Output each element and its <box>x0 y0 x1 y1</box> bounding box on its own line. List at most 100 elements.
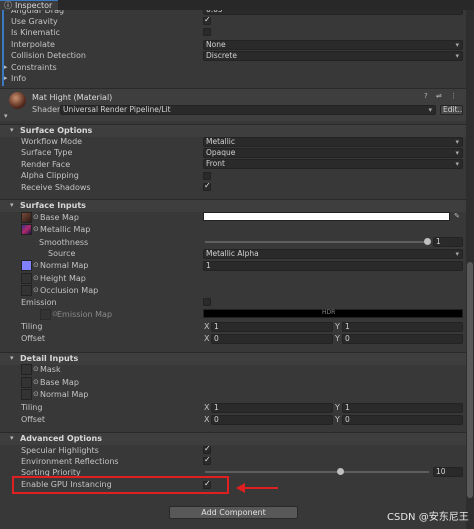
tiling-label: Tiling <box>21 322 43 331</box>
source-dropdown[interactable]: Metallic Alpha <box>203 249 463 259</box>
height-map-texture-thumb[interactable] <box>21 273 32 284</box>
help-icon[interactable]: ? <box>424 92 428 100</box>
smoothness-value[interactable]: 1 <box>433 237 463 247</box>
material-name: Mat Hight (Material) <box>32 93 113 102</box>
emission-map-label: Emission Map <box>57 310 113 319</box>
add-component-button[interactable]: Add Component <box>169 506 298 519</box>
detail-base-map-texture-thumb[interactable] <box>21 377 32 388</box>
tiling-y-label: Y <box>335 322 340 331</box>
tiling-y-field[interactable]: 1 <box>342 322 463 332</box>
detail-inputs-header[interactable]: ▾ Detail Inputs <box>0 352 466 365</box>
is-kinematic-checkbox[interactable] <box>203 28 211 36</box>
metallic-map-picker-icon[interactable]: ⊙ <box>33 225 39 233</box>
normal-map-texture-thumb[interactable] <box>21 260 32 271</box>
specular-highlights-checkbox[interactable] <box>203 444 211 454</box>
detail-mask-texture-thumb[interactable] <box>21 364 32 375</box>
detail-offset-x-field[interactable]: 0 <box>211 415 333 425</box>
detail-tiling-y-field[interactable]: 1 <box>342 403 463 413</box>
occlusion-map-texture-thumb[interactable] <box>21 285 32 296</box>
material-preview-icon <box>9 92 26 109</box>
collision-detection-dropdown[interactable]: Discrete <box>203 51 463 61</box>
preset-icon[interactable]: ⇌ <box>436 92 442 100</box>
emission-map-texture-thumb[interactable] <box>40 309 51 320</box>
metallic-map-texture-thumb[interactable] <box>21 224 32 235</box>
sorting-priority-value[interactable]: 10 <box>433 467 463 477</box>
detail-mask-picker-icon[interactable]: ⊙ <box>33 365 39 373</box>
smoothness-slider-knob[interactable] <box>424 238 431 245</box>
base-map-color-swatch[interactable] <box>203 212 450 221</box>
constraints-arrow-icon[interactable]: ▸ <box>4 63 8 71</box>
interpolate-dropdown[interactable]: None <box>203 40 463 50</box>
surface-type-label: Surface Type <box>21 148 73 157</box>
render-face-dropdown[interactable]: Front <box>203 159 463 169</box>
tab-title: Inspector <box>15 1 53 10</box>
surface-inputs-header[interactable]: ▾ Surface Inputs <box>0 199 466 212</box>
advanced-options-header[interactable]: ▾ Advanced Options <box>0 432 466 445</box>
smoothness-slider-track[interactable] <box>205 241 429 243</box>
base-map-label: Base Map <box>40 213 79 222</box>
sorting-priority-slider-track[interactable] <box>205 471 429 473</box>
info-arrow-icon[interactable]: ▸ <box>4 74 8 82</box>
base-map-texture-thumb[interactable] <box>21 212 32 223</box>
scrollbar-thumb[interactable] <box>467 262 473 498</box>
height-map-picker-icon[interactable]: ⊙ <box>33 274 39 282</box>
detail-offset-y-label: Y <box>335 415 340 424</box>
shader-dropdown[interactable]: Universal Render Pipeline/Lit <box>60 105 436 115</box>
alpha-clipping-label: Alpha Clipping <box>21 171 79 180</box>
use-gravity-label: Use Gravity <box>11 17 58 26</box>
more-options-icon[interactable]: ⋮ <box>450 92 457 100</box>
occlusion-map-label: Occlusion Map <box>40 286 99 295</box>
use-gravity-checkbox[interactable] <box>203 15 211 25</box>
normal-scale-field[interactable]: 1 <box>203 261 463 271</box>
tab-inspector[interactable]: ⓘ Inspector <box>0 0 58 11</box>
receive-shadows-checkbox[interactable] <box>203 181 211 191</box>
offset-y-field[interactable]: 0 <box>342 334 463 344</box>
surface-options-title: Surface Options <box>20 126 93 135</box>
detail-inputs-title: Detail Inputs <box>20 354 79 363</box>
sorting-priority-slider-knob[interactable] <box>337 468 344 475</box>
alpha-clipping-checkbox[interactable] <box>203 172 211 180</box>
workflow-mode-label: Workflow Mode <box>21 137 83 146</box>
offset-x-label: X <box>204 334 210 343</box>
surface-type-dropdown[interactable]: Opaque <box>203 148 463 158</box>
tab-bar <box>0 0 474 10</box>
detail-offset-label: Offset <box>21 415 46 424</box>
info-foldout[interactable]: Info <box>11 73 26 84</box>
environment-reflections-label: Environment Reflections <box>21 457 119 466</box>
occlusion-map-picker-icon[interactable]: ⊙ <box>33 286 39 294</box>
collapse-arrow-icon[interactable]: ▾ <box>4 112 8 120</box>
emission-label: Emission <box>21 298 57 307</box>
workflow-mode-dropdown[interactable]: Metallic <box>203 137 463 147</box>
offset-x-field[interactable]: 0 <box>211 334 333 344</box>
constraints-foldout[interactable]: Constraints <box>11 62 57 73</box>
detail-inputs-arrow-icon: ▾ <box>10 354 14 362</box>
is-kinematic-label: Is Kinematic <box>11 28 60 37</box>
emission-checkbox[interactable] <box>203 298 211 306</box>
highlight-box <box>12 476 229 494</box>
detail-tiling-x-label: X <box>204 403 210 412</box>
normal-map-label: Normal Map <box>40 261 89 270</box>
base-map-picker-icon[interactable]: ⊙ <box>33 213 39 221</box>
tiling-x-field[interactable]: 1 <box>211 322 333 332</box>
surface-inputs-title: Surface Inputs <box>20 201 86 210</box>
edit-shader-button[interactable]: Edit... <box>440 105 463 115</box>
detail-normal-map-picker-icon[interactable]: ⊙ <box>33 390 39 398</box>
detail-tiling-y-label: Y <box>335 403 340 412</box>
eyedropper-icon[interactable]: ✎ <box>454 212 460 220</box>
environment-reflections-checkbox[interactable] <box>203 455 211 465</box>
detail-offset-x-label: X <box>204 415 210 424</box>
detail-base-map-picker-icon[interactable]: ⊙ <box>33 378 39 386</box>
specular-highlights-label: Specular Highlights <box>21 446 99 455</box>
collision-detection-label: Collision Detection <box>11 51 86 60</box>
emission-color-hdr[interactable]: HDR <box>203 309 463 318</box>
detail-mask-label: Mask <box>40 365 61 374</box>
normal-map-picker-icon[interactable]: ⊙ <box>33 261 39 269</box>
detail-normal-map-texture-thumb[interactable] <box>21 389 32 400</box>
tiling-x-label: X <box>204 322 210 331</box>
detail-tiling-x-field[interactable]: 1 <box>211 403 333 413</box>
receive-shadows-label: Receive Shadows <box>21 183 91 192</box>
red-arrow-icon <box>236 483 278 493</box>
source-label: Source <box>48 249 76 258</box>
detail-offset-y-field[interactable]: 0 <box>342 415 463 425</box>
interpolate-label: Interpolate <box>11 40 55 49</box>
